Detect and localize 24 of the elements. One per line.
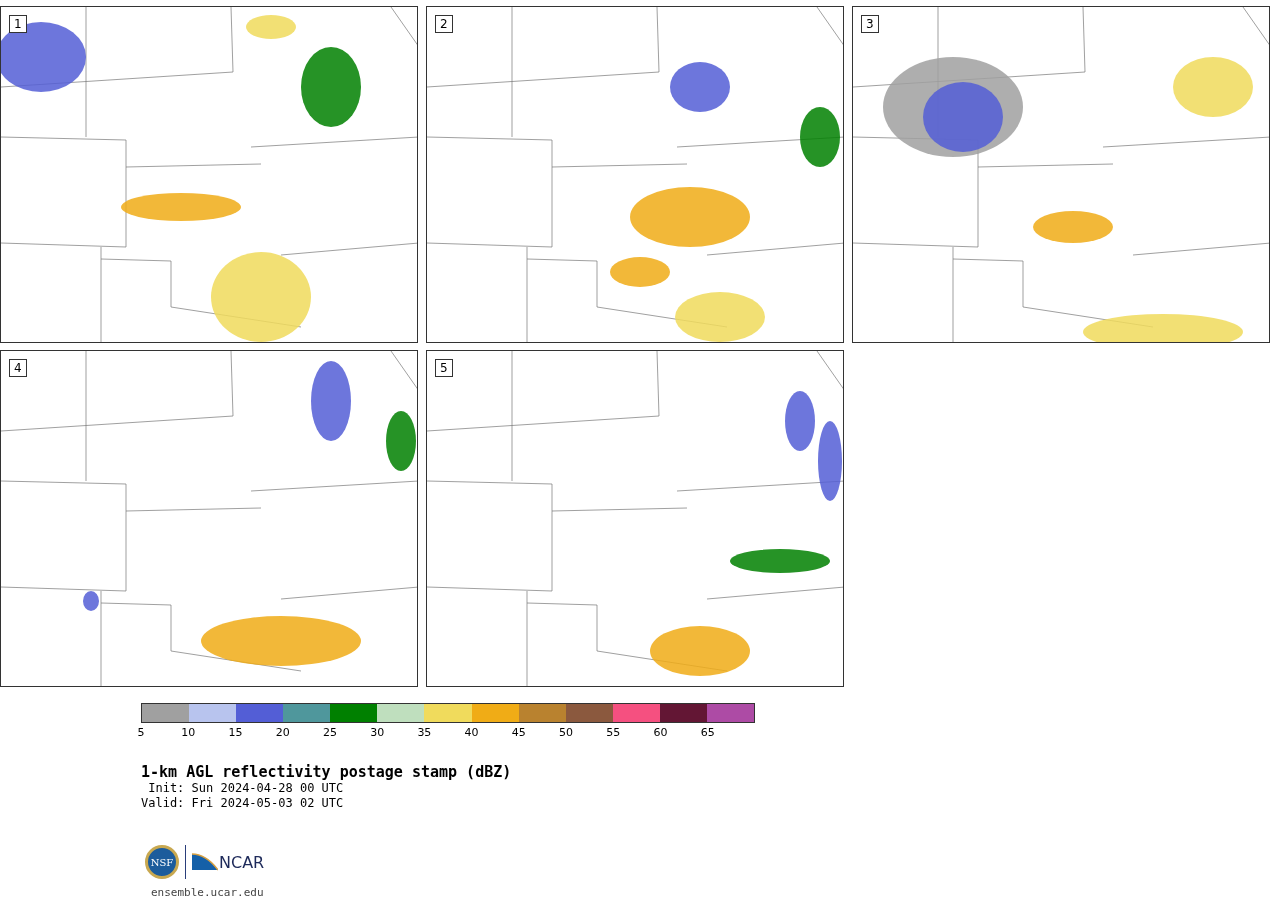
init-time: Init: Sun 2024-04-28 00 UTC — [147, 781, 345, 796]
tick-label: 35 — [417, 727, 432, 739]
tick-label: 55 — [606, 727, 621, 739]
tick-label: 60 — [653, 727, 668, 739]
panel-number: 3 — [861, 15, 879, 33]
tick-label: 50 — [559, 727, 574, 739]
tick-label: 15 — [228, 727, 243, 739]
tick-label: 10 — [181, 727, 196, 739]
ncar-logo: NCAR — [192, 852, 265, 872]
tick-label: 65 — [700, 727, 715, 739]
tick-label: 5 — [137, 727, 145, 739]
panel-number: 1 — [9, 15, 27, 33]
tick-label: 30 — [370, 727, 385, 739]
tick-label: 45 — [511, 727, 526, 739]
panel-number: 2 — [435, 15, 453, 33]
panel-number: 5 — [435, 359, 453, 377]
tick-label: 25 — [322, 727, 337, 739]
valid-time: Valid: Fri 2024-05-03 02 UTC — [141, 796, 345, 811]
panel-number: 4 — [9, 359, 27, 377]
tick-label: 20 — [275, 727, 290, 739]
tick-label: 40 — [464, 727, 479, 739]
website-url: ensemble.ucar.edu — [151, 885, 265, 901]
nsf-logo: NSF — [145, 845, 179, 879]
chart-title: 1-km AGL reflectivity postage stamp (dBZ) — [141, 763, 513, 781]
